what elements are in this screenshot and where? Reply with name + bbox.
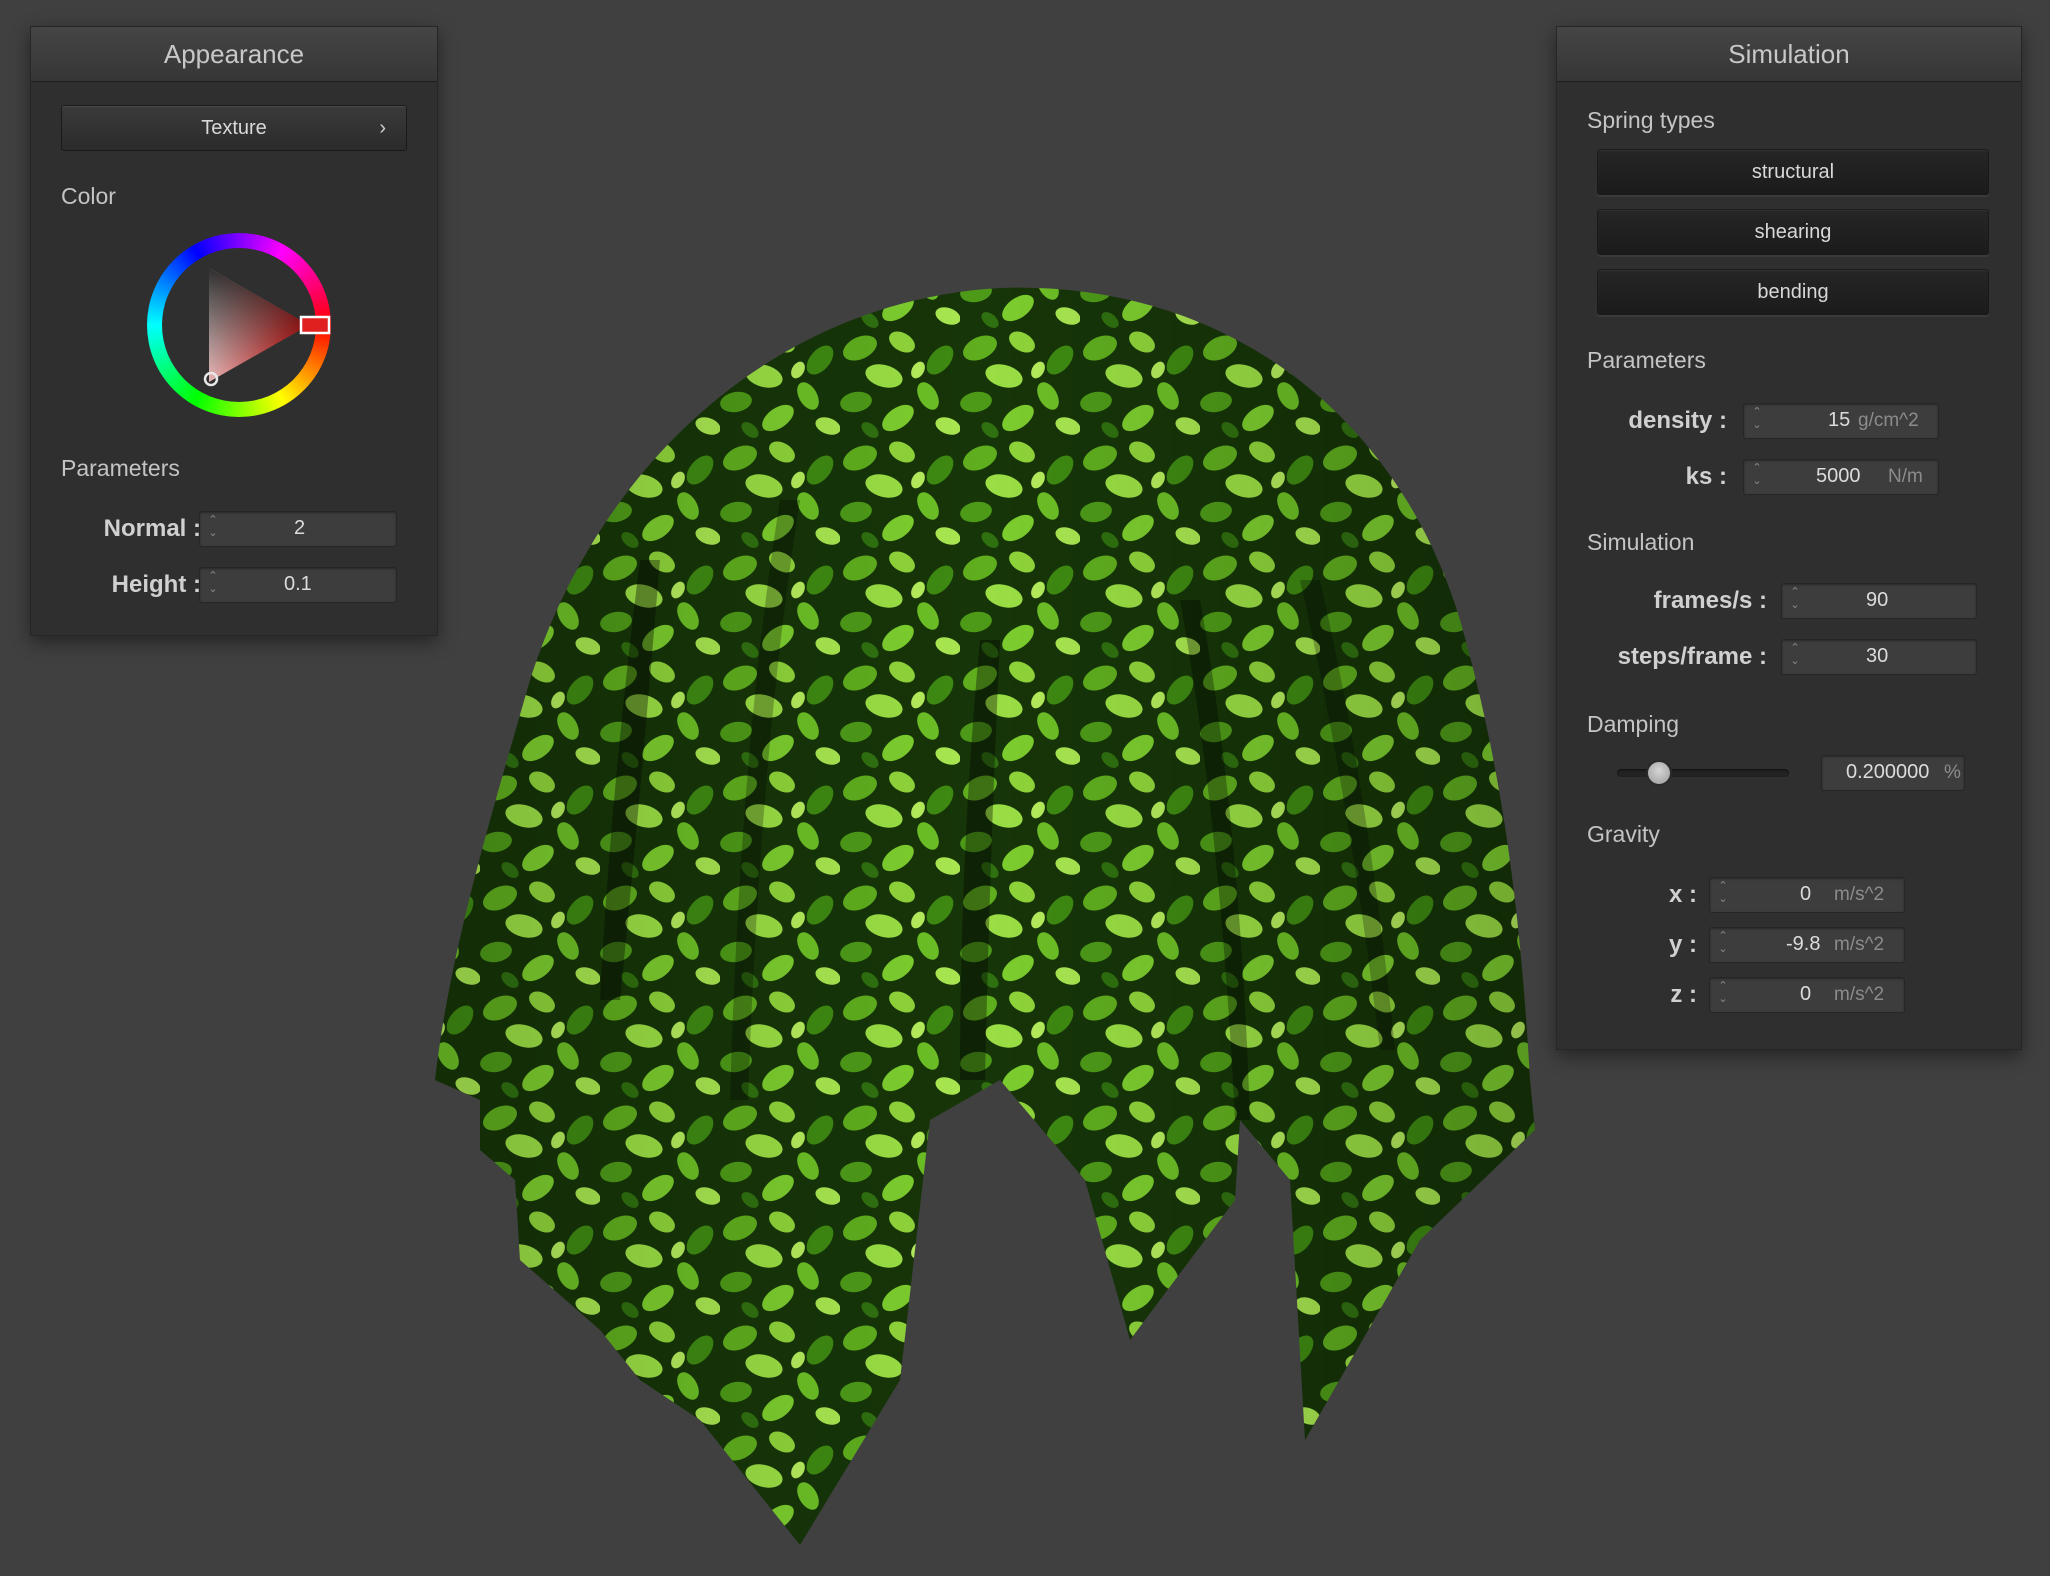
gravity-z-value: 0 bbox=[1800, 983, 1812, 1005]
up-down-arrows-icon[interactable]: ⌃ ⌄ bbox=[1716, 880, 1730, 910]
ks-unit: N/m bbox=[1888, 466, 1923, 487]
density-spinbox[interactable]: ⌃ ⌄ 15 g/cm^2 bbox=[1743, 403, 1939, 439]
damping-unit: % bbox=[1944, 762, 1961, 783]
ks-label: ks : bbox=[1685, 463, 1727, 490]
color-wheel-icon[interactable] bbox=[147, 233, 331, 417]
chevron-right-icon: › bbox=[379, 117, 386, 139]
fps-value: 90 bbox=[1866, 589, 1889, 611]
gravity-x-unit: m/s^2 bbox=[1834, 884, 1885, 905]
gravity-z-label: z : bbox=[1670, 981, 1697, 1008]
simulation-parameters-label: Parameters bbox=[1587, 347, 1706, 373]
color-section-label: Color bbox=[61, 183, 116, 209]
damping-slider-track[interactable] bbox=[1617, 769, 1789, 777]
gravity-y-spinbox[interactable]: ⌃ ⌄ -9.8 m/s^2 bbox=[1709, 927, 1905, 963]
texture-button-label: Texture bbox=[201, 117, 267, 139]
up-down-arrows-icon[interactable]: ⌃ ⌄ bbox=[206, 514, 220, 544]
structural-button[interactable]: structural bbox=[1597, 149, 1989, 195]
appearance-panel-title: Appearance bbox=[31, 27, 437, 82]
ks-spinbox[interactable]: ⌃ ⌄ 5000 N/m bbox=[1743, 459, 1939, 495]
gravity-y-unit: m/s^2 bbox=[1834, 934, 1885, 955]
damping-label: Damping bbox=[1587, 711, 1680, 737]
density-label: density : bbox=[1628, 407, 1727, 434]
bending-button[interactable]: bending bbox=[1597, 269, 1989, 315]
appearance-panel: Appearance Texture › Color Parameters No… bbox=[30, 26, 438, 636]
damping-slider-knob[interactable] bbox=[1646, 760, 1673, 786]
damping-value: 0.200000 bbox=[1846, 761, 1930, 783]
gravity-y-value: -9.8 bbox=[1786, 933, 1821, 955]
height-value: 0.1 bbox=[284, 573, 312, 595]
damping-field[interactable]: 0.200000 % bbox=[1821, 755, 1965, 791]
ks-value: 5000 bbox=[1816, 465, 1861, 487]
fps-label: frames/s : bbox=[1653, 587, 1767, 614]
up-down-arrows-icon[interactable]: ⌃ ⌄ bbox=[1716, 930, 1730, 960]
height-label: Height : bbox=[111, 571, 201, 598]
gravity-label: Gravity bbox=[1587, 821, 1660, 847]
up-down-arrows-icon[interactable]: ⌃ ⌄ bbox=[1788, 642, 1802, 672]
up-down-arrows-icon[interactable]: ⌃ ⌄ bbox=[1750, 406, 1764, 436]
gravity-z-spinbox[interactable]: ⌃ ⌄ 0 m/s^2 bbox=[1709, 977, 1905, 1013]
up-down-arrows-icon[interactable]: ⌃ ⌄ bbox=[1750, 462, 1764, 492]
steps-value: 30 bbox=[1866, 645, 1889, 667]
normal-value: 2 bbox=[294, 517, 306, 539]
steps-spinbox[interactable]: ⌃ ⌄ 30 bbox=[1781, 639, 1977, 675]
gravity-z-unit: m/s^2 bbox=[1834, 984, 1885, 1005]
simulation-section-label: Simulation bbox=[1587, 529, 1695, 555]
up-down-arrows-icon[interactable]: ⌃ ⌄ bbox=[1716, 980, 1730, 1010]
gravity-x-label: x : bbox=[1668, 881, 1697, 908]
gravity-x-value: 0 bbox=[1800, 883, 1812, 905]
gravity-x-spinbox[interactable]: ⌃ ⌄ 0 m/s^2 bbox=[1709, 877, 1905, 913]
steps-label: steps/frame : bbox=[1617, 643, 1767, 670]
spring-types-label: Spring types bbox=[1587, 107, 1715, 133]
shearing-button[interactable]: shearing bbox=[1597, 209, 1989, 255]
gravity-y-label: y : bbox=[1668, 931, 1697, 958]
density-unit: g/cm^2 bbox=[1858, 410, 1919, 431]
height-spinbox[interactable]: ⌃ ⌄ 0.1 bbox=[199, 567, 397, 603]
normal-label: Normal : bbox=[103, 515, 201, 542]
simulation-panel-title: Simulation bbox=[1557, 27, 2021, 82]
density-value: 15 bbox=[1828, 409, 1851, 431]
texture-button[interactable]: Texture › bbox=[61, 105, 407, 151]
fps-spinbox[interactable]: ⌃ ⌄ 90 bbox=[1781, 583, 1977, 619]
appearance-parameters-label: Parameters bbox=[61, 455, 180, 481]
simulation-panel: Simulation Spring types structural shear… bbox=[1556, 26, 2022, 1050]
up-down-arrows-icon[interactable]: ⌃ ⌄ bbox=[206, 570, 220, 600]
up-down-arrows-icon[interactable]: ⌃ ⌄ bbox=[1788, 586, 1802, 616]
normal-spinbox[interactable]: ⌃ ⌄ 2 bbox=[199, 511, 397, 547]
